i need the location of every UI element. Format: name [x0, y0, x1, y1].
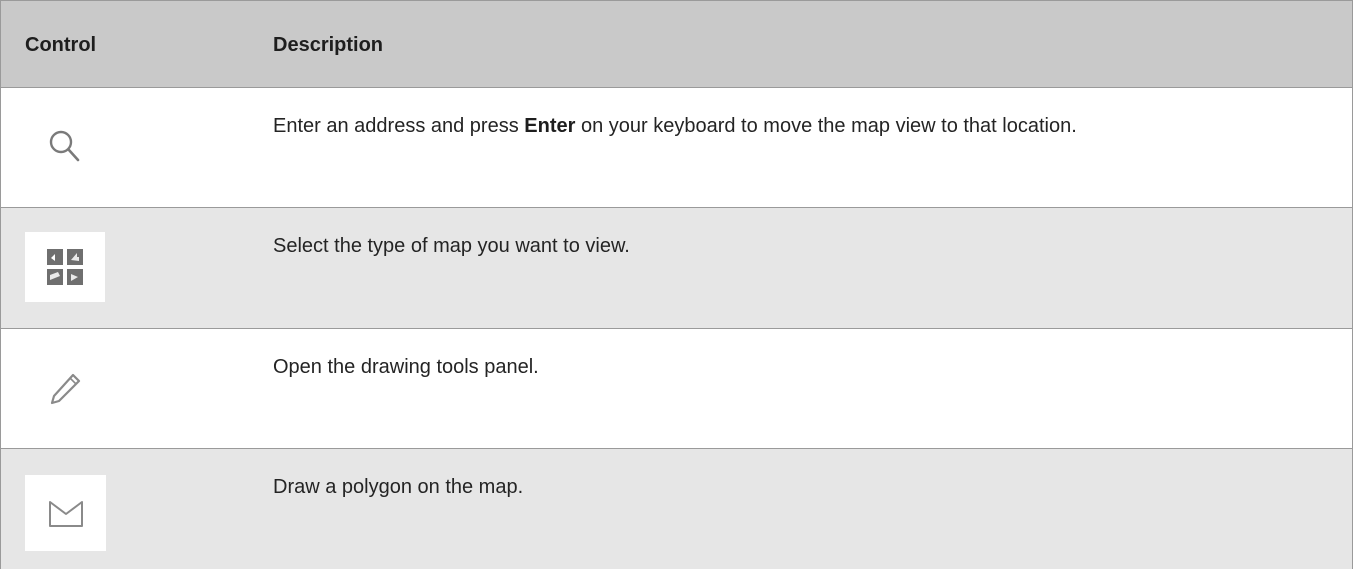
pencil-icon [25, 349, 105, 429]
map-type-icon [25, 232, 105, 302]
description-text: Enter an address and press [273, 115, 525, 137]
table-header-row: Control Description [1, 0, 1352, 88]
row-description: Open the drawing tools panel. [273, 356, 539, 378]
row-description: Draw a polygon on the map. [273, 476, 524, 498]
row-description: Select the type of map you want to view. [273, 235, 630, 257]
table-row: Draw a polygon on the map. [1, 449, 1352, 569]
column-header-control: Control [25, 34, 97, 56]
description-text-end: on your keyboard to move the map view to… [575, 115, 1077, 137]
polygon-icon [25, 475, 106, 551]
column-header-description: Description [273, 34, 384, 56]
row-description: Enter an address and press Enter on your… [273, 112, 1077, 140]
search-icon [25, 106, 105, 186]
enter-key-text: Enter [524, 115, 576, 137]
table-row: Select the type of map you want to view. [1, 208, 1352, 329]
controls-table: Control Description Enter an address and… [0, 0, 1353, 569]
table-row: Enter an address and press Enter on your… [1, 88, 1352, 208]
table-row: Open the drawing tools panel. [1, 329, 1352, 449]
